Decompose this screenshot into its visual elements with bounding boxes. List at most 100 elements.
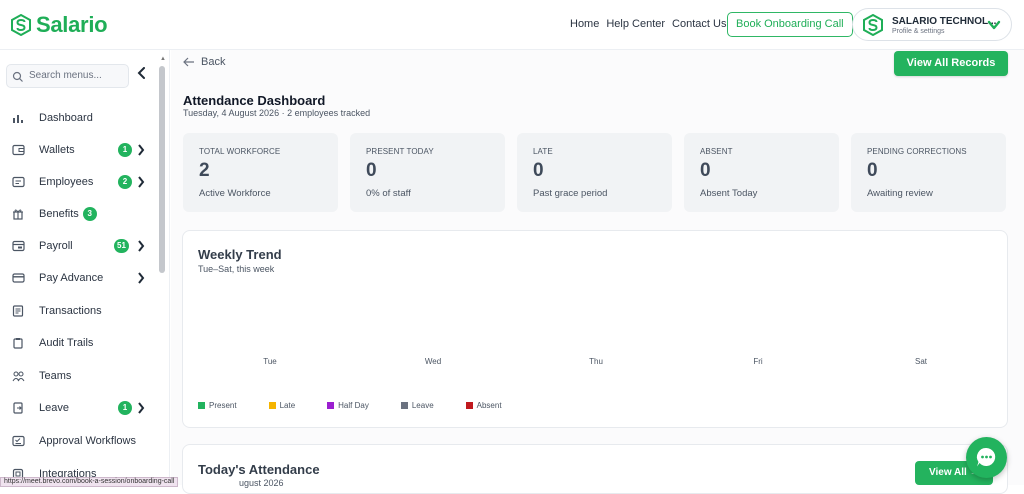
page-subtitle: Tuesday, 4 August 2026 · 2 employees tra…: [183, 108, 371, 118]
scroll-up-arrow[interactable]: ▲: [160, 56, 166, 62]
chevron-right-icon: [138, 144, 145, 156]
page-title: Attendance Dashboard: [183, 93, 326, 108]
sidebar: Search menus... ▲ Dashboard Wallets 1 Em…: [0, 50, 170, 485]
stat-description: Awaiting review: [867, 188, 933, 199]
sidebar-item-label: Payroll: [39, 240, 73, 252]
leave-icon: [10, 400, 26, 416]
sidebar-scrollbar[interactable]: [159, 66, 165, 273]
chevron-right-icon: [138, 176, 145, 188]
chevron-right-icon: [138, 272, 145, 284]
x-axis-label-tue: Tue: [263, 357, 277, 366]
nav-link-contact-us[interactable]: Contact Us: [672, 18, 726, 30]
sidebar-item-label: Benefits: [39, 208, 79, 220]
legend-swatch: [327, 402, 335, 409]
sidebar-item-label: Employees: [39, 176, 94, 188]
sidebar-item-teams[interactable]: Teams: [10, 366, 150, 386]
chevron-right-icon: [138, 240, 145, 252]
stat-card-total-workforce: TOTAL WORKFORCE 2 Active Workforce: [183, 133, 338, 212]
todays-attendance-card: Today's Attendance ugust 2026 View All →: [182, 444, 1008, 494]
legend-label: Leave: [411, 401, 434, 410]
stat-label: LATE: [533, 147, 553, 156]
leave-count-badge: 1: [118, 401, 132, 415]
stat-description: Absent Today: [700, 188, 758, 199]
legend-swatch: [465, 402, 473, 409]
stat-description: Past grace period: [533, 188, 608, 199]
stat-card-late: LATE 0 Past grace period: [517, 133, 672, 212]
sidebar-item-label: Audit Trails: [39, 337, 94, 349]
team-icon: [10, 368, 26, 384]
profile-menu[interactable]: SALARIO TECHNOL.... Profile & settings: [852, 8, 1012, 41]
legend-swatch: [198, 402, 205, 409]
stat-label: ABSENT: [700, 147, 733, 156]
chevron-down-icon: [987, 20, 1001, 30]
legend-label: Half Day: [338, 401, 369, 410]
sidebar-item-dashboard[interactable]: Dashboard: [10, 108, 150, 128]
logo[interactable]: Salario: [10, 12, 108, 38]
legend-label: Present: [209, 401, 237, 410]
employees-count-badge: 2: [118, 175, 132, 189]
legend-item-present[interactable]: Present: [198, 401, 237, 410]
top-nav: Home Help Center Contact Us: [570, 18, 726, 30]
benefits-count-badge: 3: [82, 207, 97, 221]
chart-legend: Present Late Half Day Leave Absent: [198, 401, 534, 410]
legend-item-absent[interactable]: Absent: [465, 401, 502, 410]
todays-attendance-title: Today's Attendance: [198, 462, 320, 477]
back-label: Back: [201, 56, 226, 68]
stat-value: 0: [867, 160, 878, 181]
legend-label: Absent: [476, 401, 502, 410]
legend-swatch: [400, 402, 408, 409]
receipt-icon: [10, 303, 26, 319]
chat-widget-button[interactable]: [966, 437, 1007, 478]
sidebar-item-label: Pay Advance: [39, 272, 104, 284]
sidebar-item-transactions[interactable]: Transactions: [10, 301, 150, 321]
sidebar-item-label: Teams: [39, 370, 72, 382]
sidebar-item-wallets[interactable]: Wallets 1: [10, 140, 150, 160]
sidebar-item-employees[interactable]: Employees 2: [10, 172, 150, 192]
main-content: Back View All Records Attendance Dashboa…: [171, 50, 1024, 494]
profile-subtitle: Profile & settings: [892, 28, 945, 35]
salario-logo-icon: [11, 14, 31, 36]
x-axis-label-thu: Thu: [589, 357, 603, 366]
nav-link-help-center[interactable]: Help Center: [606, 18, 665, 30]
sidebar-item-label: Wallets: [39, 144, 75, 156]
view-all-records-button[interactable]: View All Records: [894, 51, 1008, 76]
wallets-count-badge: 1: [118, 143, 132, 157]
logo-text: Salario: [36, 12, 108, 37]
stat-value: 2: [199, 160, 210, 181]
sidebar-item-leave[interactable]: Leave 1: [10, 398, 150, 418]
chevron-right-icon: [138, 402, 145, 414]
gift-icon: [10, 206, 26, 222]
legend-item-leave[interactable]: Leave: [400, 401, 434, 410]
book-onboarding-call-button[interactable]: Book Onboarding Call: [727, 12, 853, 37]
stat-card-pending-corrections: PENDING CORRECTIONS 0 Awaiting review: [851, 133, 1006, 212]
sidebar-item-payroll[interactable]: Payroll 51: [10, 236, 150, 256]
top-bar: Salario Home Help Center Contact Us Book…: [0, 0, 1024, 50]
wallet-icon: [10, 142, 26, 158]
stat-description: Active Workforce: [199, 188, 271, 199]
x-axis-label-fri: Fri: [753, 357, 763, 366]
legend-item-half-day[interactable]: Half Day: [327, 401, 369, 410]
profile-name: SALARIO TECHNOL....: [892, 16, 1000, 27]
sidebar-item-audit-trails[interactable]: Audit Trails: [10, 333, 150, 353]
collapse-sidebar-icon[interactable]: [137, 67, 147, 79]
stat-label: TOTAL WORKFORCE: [199, 147, 281, 156]
chat-bubble-icon: [976, 447, 996, 467]
legend-label: Late: [279, 401, 296, 410]
status-bar-url: https://meet.brevo.com/book-a-session/on…: [0, 477, 179, 487]
sidebar-item-benefits[interactable]: Benefits 3: [10, 204, 150, 224]
search-input[interactable]: Search menus...: [6, 64, 129, 88]
sidebar-item-pay-advance[interactable]: Pay Advance: [10, 268, 150, 288]
payroll-icon: [10, 238, 26, 254]
back-link[interactable]: Back: [183, 56, 225, 68]
id-card-icon: [10, 174, 26, 190]
legend-item-late[interactable]: Late: [268, 401, 296, 410]
sidebar-item-label: Dashboard: [39, 112, 93, 124]
sidebar-item-label: Leave: [39, 402, 69, 414]
search-icon: [12, 71, 23, 82]
card-icon: [10, 270, 26, 286]
sidebar-item-label: Transactions: [39, 305, 102, 317]
nav-link-home[interactable]: Home: [570, 18, 599, 30]
stat-description: 0% of staff: [366, 188, 411, 199]
stat-value: 0: [533, 160, 544, 181]
sidebar-item-approval-workflows[interactable]: Approval Workflows: [10, 431, 150, 451]
